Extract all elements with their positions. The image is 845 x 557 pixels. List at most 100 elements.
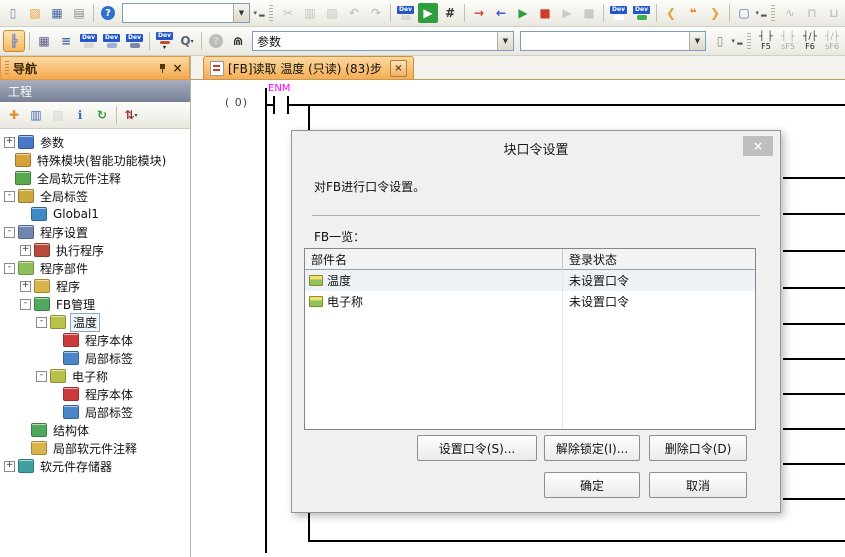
close-branch-button[interactable]: ┤/├sF6 (821, 28, 843, 54)
device-batch-replace-icon[interactable]: Dev (101, 32, 122, 51)
context-help-icon[interactable]: ? (206, 31, 226, 51)
panel-drag-handle[interactable] (5, 61, 9, 75)
statement-prev-icon[interactable]: ❮ (661, 3, 681, 23)
combobox-dropdown-icon[interactable]: ▼ (689, 32, 705, 50)
tree-item-program-body[interactable]: 程序本体 (0, 385, 190, 403)
collapse-icon[interactable]: - (36, 317, 47, 328)
toolbar-group-grip[interactable] (269, 5, 273, 21)
tree-item-device-memory[interactable]: +软元件存储器 (0, 457, 190, 475)
close-panel-icon[interactable]: × (170, 61, 185, 76)
cut-icon[interactable]: ✂ (278, 3, 298, 23)
collapse-icon[interactable]: - (36, 371, 47, 382)
tree-item-pou[interactable]: -程序部件 (0, 259, 190, 277)
tree-item-execution-program[interactable]: +执行程序 (0, 241, 190, 259)
cancel-button[interactable]: 取消 (649, 472, 747, 498)
tree-item-fb-pool[interactable]: -FB管理 (0, 295, 190, 313)
print-icon[interactable]: ▤ (69, 3, 89, 23)
unlock-button[interactable]: 解除锁定(I)... (544, 435, 640, 461)
paste-data-icon[interactable]: ▧ (48, 105, 68, 125)
logic-test-start-icon[interactable]: ∿ (780, 3, 800, 23)
tree-item-parameter[interactable]: +参数 (0, 133, 190, 151)
table-header-status[interactable]: 登录状态 (563, 251, 755, 268)
set-password-button[interactable]: 设置口令(S)... (417, 435, 537, 461)
window-selector-combobox[interactable]: 参数▼ (252, 31, 514, 51)
copy-icon[interactable]: ▥ (300, 3, 320, 23)
device-search-icon[interactable]: Q▾ (177, 31, 197, 51)
toolbar-overflow-icon[interactable]: ▾ ▂ (731, 31, 743, 51)
sort-filter-icon[interactable]: ⇅▾ (121, 105, 141, 125)
combobox-dropdown-icon[interactable]: ▼ (497, 32, 513, 50)
new-file-icon[interactable]: ▯ (3, 3, 23, 23)
collapse-icon[interactable]: - (20, 299, 31, 310)
tree-item-program-setting[interactable]: -程序设置 (0, 223, 190, 241)
undo-icon[interactable]: ↶ (344, 3, 364, 23)
quick-access-combobox[interactable]: ▼ (122, 3, 250, 23)
monitor-start-icon[interactable]: ▶ (513, 3, 533, 23)
tree-item-local-device-comment[interactable]: 局部软元件注释 (0, 439, 190, 457)
tab-close-icon[interactable]: × (390, 60, 407, 77)
help-icon[interactable]: ? (98, 3, 118, 23)
copy-data-icon[interactable]: ▥ (26, 105, 46, 125)
find-in-document-icon[interactable]: ▯ (710, 31, 730, 51)
write-to-plc-icon[interactable]: → (469, 3, 489, 23)
ladder-canvas[interactable]: ( 0) ENM 块口令设置 × 对FB进行口令设置。 (191, 80, 845, 557)
device-find-icon[interactable]: Dev (395, 4, 416, 23)
close-contact-button[interactable]: ┤/├F6 (799, 28, 821, 54)
tree-item-global-device-comment[interactable]: 全局软元件注释 (0, 169, 190, 187)
ok-button[interactable]: 确定 (544, 472, 640, 498)
tree-item-intelligent-module[interactable]: 特殊模块(智能功能模块) (0, 151, 190, 169)
redo-icon[interactable]: ↷ (366, 3, 386, 23)
tree-item-label-table[interactable]: Global1 (0, 205, 190, 223)
expand-icon[interactable]: + (4, 137, 15, 148)
tree-item-fb-folder[interactable]: -温度 (0, 313, 190, 331)
toolbar-group-grip[interactable] (747, 33, 751, 49)
tree-item-program-body[interactable]: 程序本体 (0, 331, 190, 349)
open-contact-button[interactable]: ┤ ├F5 (755, 28, 777, 54)
toolbar-group-grip[interactable] (771, 5, 775, 21)
fb-list-row[interactable]: 温度未设置口令 (305, 270, 755, 291)
toolbar-overflow-icon[interactable]: ▾ ▂ (253, 3, 265, 23)
logic-test-step-icon[interactable]: ⊓ (802, 3, 822, 23)
monitor-stop-icon[interactable]: ■ (535, 3, 555, 23)
collapse-icon[interactable]: - (4, 191, 15, 202)
tree-item-fb-folder[interactable]: -电子称 (0, 367, 190, 385)
device-comment-find-icon[interactable]: Dev (78, 32, 99, 51)
tree-item-local-label[interactable]: 局部标签 (0, 403, 190, 421)
toolbar-overflow-icon[interactable]: ▾ ▂ (755, 3, 767, 23)
module-configuration-icon[interactable]: ▦ (34, 31, 54, 51)
tree-item-program[interactable]: +程序 (0, 277, 190, 295)
table-header-name[interactable]: 部件名 (305, 249, 563, 269)
pin-icon[interactable] (155, 61, 170, 76)
statement-edit-icon[interactable]: ❝ (683, 3, 703, 23)
screen-find-icon[interactable]: ▶ (418, 3, 438, 23)
refresh-view-icon[interactable]: ↻ (92, 105, 112, 125)
coil-find-icon[interactable]: # (440, 3, 460, 23)
dialog-close-icon[interactable]: × (743, 136, 773, 156)
device-test-icon[interactable]: Dev (608, 4, 629, 23)
device-selector-combobox[interactable]: ▼ (520, 31, 706, 51)
new-data-icon[interactable]: ✚ (4, 105, 24, 125)
navigation-window-toggle-icon[interactable]: ╠ (3, 30, 25, 52)
tab-fb-ladder[interactable]: [FB]读取 温度 (只读) (83)步 × (203, 56, 414, 79)
collapse-icon[interactable]: - (4, 263, 15, 274)
monitor-pause-icon[interactable]: ▶ (557, 3, 577, 23)
combobox-dropdown-icon[interactable]: ▼ (233, 4, 249, 22)
device-reference-icon[interactable]: Dev (124, 32, 145, 51)
fb-list-row[interactable]: 电子称未设置口令 (305, 291, 755, 312)
tree-item-global-label[interactable]: -全局标签 (0, 187, 190, 205)
tree-item-structure[interactable]: 结构体 (0, 421, 190, 439)
logic-test-pulse-icon[interactable]: ⊔ (824, 3, 844, 23)
device-batch-monitor-icon[interactable]: Dev (631, 4, 652, 23)
open-file-icon[interactable]: ▨ (25, 3, 45, 23)
open-branch-button[interactable]: ┤ ├sF5 (777, 28, 799, 54)
tree-item-local-label[interactable]: 局部标签 (0, 349, 190, 367)
expand-icon[interactable]: + (4, 461, 15, 472)
statement-next-icon[interactable]: ❯ (705, 3, 725, 23)
data-properties-icon[interactable]: ℹ (70, 105, 90, 125)
cross-reference-icon[interactable]: ⋒ (228, 31, 248, 51)
read-from-plc-icon[interactable]: ← (491, 3, 511, 23)
device-display-icon[interactable]: Dev▾ (154, 32, 175, 51)
paste-icon[interactable]: ▧ (322, 3, 342, 23)
remote-operation-icon[interactable]: ▢ (734, 3, 754, 23)
work-window-icon[interactable]: ≡ (56, 31, 76, 51)
